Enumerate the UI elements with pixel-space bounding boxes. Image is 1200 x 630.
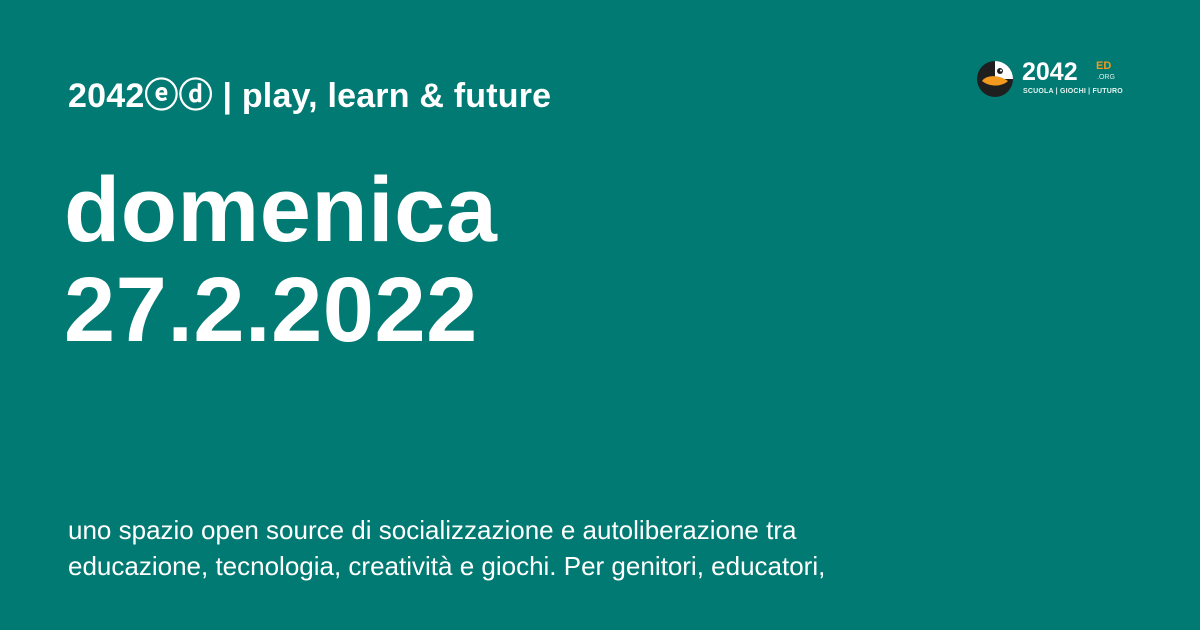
description-line-1: uno spazio open source di socializzazion…: [68, 515, 797, 545]
site-title: 2042ⓔⓓ | play, learn & future: [68, 77, 552, 115]
event-description: uno spazio open source di socializzazion…: [68, 512, 968, 584]
event-headline: domenica 27.2.2022: [64, 160, 497, 360]
mascot-logo-icon: [977, 61, 1013, 97]
logo-wordmark: 2042: [1022, 58, 1078, 86]
description-line-2: educazione, tecnologia, creatività e gio…: [68, 551, 826, 581]
logo-subscript: .ORG: [1097, 74, 1115, 81]
logo-superscript: ED: [1096, 60, 1112, 72]
event-day: domenica: [64, 159, 498, 261]
event-date: 27.2.2022: [64, 259, 478, 361]
logo-tagline: SCUOLA | GIOCHI | FUTURO: [1023, 88, 1123, 95]
logo: 2042 ED .ORG SCUOLA | GIOCHI | FUTURO: [976, 58, 1126, 100]
